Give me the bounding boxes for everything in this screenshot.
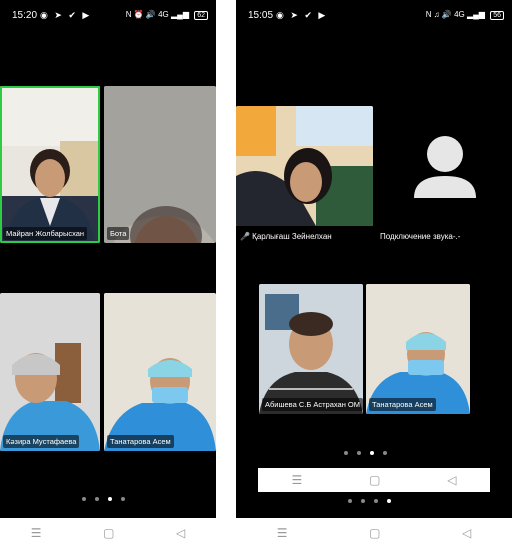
participant-tile[interactable] <box>378 106 512 226</box>
recent-apps-button[interactable]: ☰ <box>277 526 288 540</box>
page-dot[interactable] <box>82 497 86 501</box>
system-status-icons: N ♫ 🔊 4G ▂▄▆ 56 <box>426 10 504 20</box>
participant-tile[interactable]: Абишева С.Б Астрахан ОМ <box>259 284 363 414</box>
recent-apps-button[interactable]: ☰ <box>31 526 42 540</box>
page-indicator[interactable] <box>344 451 387 455</box>
status-bar: 15:20 ◉ ➤ ✔ ▶ N ⏰ 🔊 4G ▂▄▆ 62 <box>0 0 216 30</box>
system-status-icons: N ⏰ 🔊 4G ▂▄▆ 62 <box>126 10 208 20</box>
page-dot-active[interactable] <box>108 497 112 501</box>
home-button[interactable]: ▢ <box>369 526 380 540</box>
participant-tile[interactable]: Кәзира Мустафаева <box>0 293 100 451</box>
home-button[interactable]: ▢ <box>369 473 380 487</box>
participant-tile[interactable]: Бота <box>104 86 216 243</box>
page-dot[interactable] <box>121 497 125 501</box>
participant-video-icon <box>259 284 363 414</box>
left-phone-screen: 15:20 ◉ ➤ ✔ ▶ N ⏰ 🔊 4G ▂▄▆ 62 Майран Жол… <box>0 0 216 518</box>
home-button[interactable]: ▢ <box>103 526 114 540</box>
participant-video-icon <box>104 86 216 243</box>
system-status-text: N ⏰ 🔊 4G ▂▄▆ <box>125 10 189 19</box>
participant-tile[interactable]: Майран Жолбарысхан <box>0 86 100 243</box>
page-dot[interactable] <box>95 497 99 501</box>
participant-name: Кәзира Мустафаева <box>3 435 80 448</box>
participant-tile[interactable]: Танатарова Асем <box>366 284 470 414</box>
page-dot[interactable] <box>374 499 378 503</box>
participant-tile[interactable] <box>236 106 373 226</box>
recent-apps-button[interactable]: ☰ <box>291 473 302 487</box>
page-dot[interactable] <box>344 451 348 455</box>
page-dot[interactable] <box>361 499 365 503</box>
system-status-text: N ♫ 🔊 4G ▂▄▆ <box>425 10 485 19</box>
page-indicator-2[interactable] <box>348 499 391 503</box>
status-time: 15:20 <box>12 10 38 21</box>
status-time: 15:05 <box>248 10 274 21</box>
back-button[interactable]: ◁ <box>176 526 185 540</box>
notification-icons: ◉ ➤ ✔ ▶ <box>40 10 92 20</box>
participant-name: Танатарова Асем <box>369 398 436 411</box>
participant-video-icon <box>0 86 100 243</box>
page-dot[interactable] <box>383 451 387 455</box>
participant-tile[interactable]: Танатарова Асем <box>104 293 216 451</box>
back-button[interactable]: ◁ <box>447 473 456 487</box>
battery-icon: 56 <box>490 11 504 20</box>
participant-name: Абишева С.Б Астрахан ОМ <box>262 398 363 411</box>
inner-nav-bar: ☰ ▢ ◁ <box>258 468 490 492</box>
participant-name: 🎤 Қарлығаш Зейнелхан <box>240 232 332 241</box>
participant-name: Подключение звука-.- <box>380 232 461 241</box>
page-dot-active[interactable] <box>387 499 391 503</box>
page-indicator[interactable] <box>82 497 125 501</box>
participant-name: Танатарова Асем <box>107 435 174 448</box>
participant-name: Бота <box>107 227 130 240</box>
page-dot[interactable] <box>357 451 361 455</box>
page-dot-active[interactable] <box>370 451 374 455</box>
back-button[interactable]: ◁ <box>462 526 471 540</box>
page-dot[interactable] <box>348 499 352 503</box>
participant-name: Майран Жолбарысхан <box>3 227 88 240</box>
participant-video-icon <box>104 293 216 451</box>
participant-video-icon <box>236 106 373 226</box>
status-bar: 15:05 ◉ ➤ ✔ ▶ N ♫ 🔊 4G ▂▄▆ 56 <box>236 0 512 30</box>
battery-icon: 62 <box>194 11 208 20</box>
participant-video-icon <box>0 293 100 451</box>
system-nav-bar-left: ☰ ▢ ◁ <box>0 518 216 548</box>
right-phone-screen: 15:05 ◉ ➤ ✔ ▶ N ♫ 🔊 4G ▂▄▆ 56 🎤 Қарлығаш… <box>236 0 512 518</box>
avatar-placeholder-icon <box>414 136 476 198</box>
notification-icons: ◉ ➤ ✔ ▶ <box>276 10 328 20</box>
participant-video-icon <box>366 284 470 414</box>
system-nav-bar-right: ☰ ▢ ◁ <box>236 518 512 548</box>
